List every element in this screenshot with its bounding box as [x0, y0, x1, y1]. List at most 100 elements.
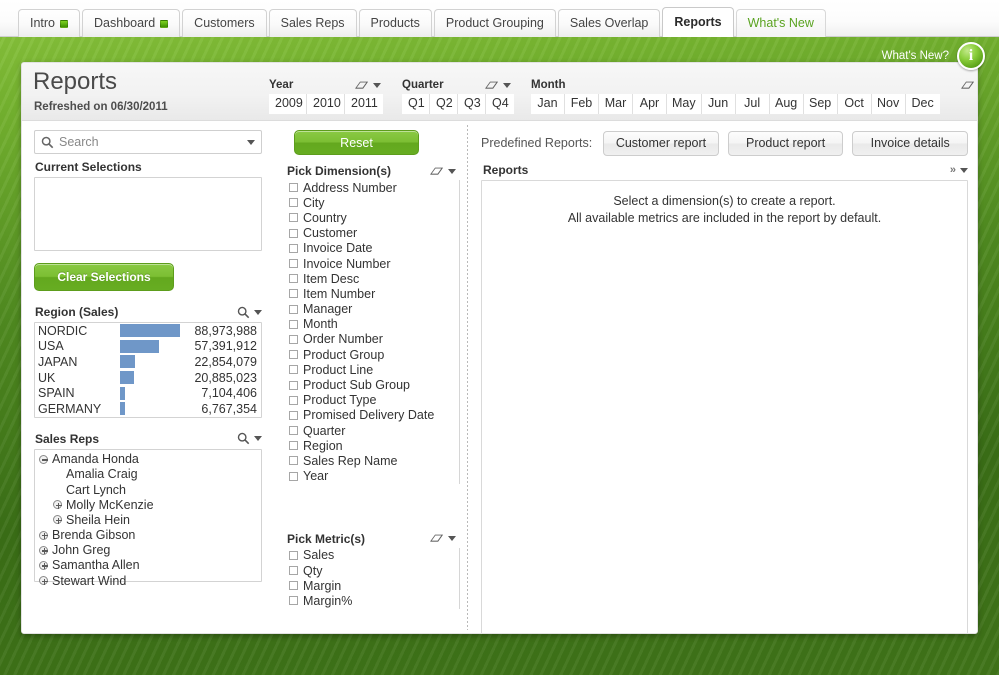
sales-rep-row[interactable]: Samantha Allen — [35, 558, 261, 573]
tab-product-grouping[interactable]: Product Grouping — [433, 9, 556, 37]
dimension-item[interactable]: Product Type — [286, 393, 456, 408]
tab-intro[interactable]: Intro — [18, 9, 81, 37]
chevron-down-icon[interactable] — [503, 82, 511, 88]
month-option[interactable]: Jan — [531, 94, 565, 114]
dimension-item[interactable]: Sales Rep Name — [286, 453, 456, 468]
region-row[interactable]: UK 20,885,023 — [35, 370, 261, 386]
tab-customers[interactable]: Customers — [182, 9, 267, 37]
metric-item[interactable]: Margin% — [286, 593, 456, 608]
checkbox-icon[interactable] — [289, 550, 298, 560]
checkbox-icon[interactable] — [289, 213, 298, 223]
search-input[interactable]: Search — [34, 130, 262, 154]
checkbox-icon[interactable] — [289, 183, 298, 193]
dimension-item[interactable]: Quarter — [286, 423, 456, 438]
checkbox-icon[interactable] — [289, 259, 298, 269]
magnifier-icon[interactable] — [237, 306, 250, 319]
customer-report-button[interactable]: Customer report — [603, 130, 719, 156]
checkbox-icon[interactable] — [289, 581, 298, 591]
tab-dashboard[interactable]: Dashboard — [82, 9, 181, 37]
month-option[interactable]: Aug — [769, 94, 804, 114]
magnifier-icon[interactable] — [237, 432, 250, 445]
quarter-option[interactable]: Q1 — [402, 94, 430, 114]
year-option[interactable]: 2009 — [269, 94, 307, 114]
eraser-icon[interactable] — [430, 533, 444, 544]
expand-icon[interactable] — [39, 545, 48, 555]
tab-reports[interactable]: Reports — [662, 7, 734, 37]
month-option[interactable]: Apr — [633, 94, 667, 114]
dimension-item[interactable]: Month — [286, 317, 456, 332]
sales-rep-row[interactable]: Sheila Hein — [35, 512, 261, 527]
sales-rep-row[interactable]: Stewart Wind — [35, 573, 261, 588]
clear-selections-button[interactable]: Clear Selections — [34, 263, 174, 291]
expand-icon[interactable] — [39, 576, 48, 586]
checkbox-icon[interactable] — [289, 243, 298, 253]
invoice-details-button[interactable]: Invoice details — [852, 130, 969, 156]
eraser-icon[interactable] — [961, 80, 975, 91]
chevron-down-icon[interactable] — [448, 168, 456, 174]
checkbox-icon[interactable] — [289, 198, 298, 208]
tab-sales-reps[interactable]: Sales Reps — [268, 9, 357, 37]
dimension-item[interactable]: City — [286, 195, 456, 210]
month-option[interactable]: Mar — [599, 94, 633, 114]
quarter-option[interactable]: Q4 — [486, 94, 514, 114]
tab-products[interactable]: Products — [358, 9, 432, 37]
sales-rep-row[interactable]: Brenda Gibson — [35, 528, 261, 543]
month-option[interactable]: Nov — [871, 94, 906, 114]
region-sales-chart[interactable]: NORDIC 88,973,988 USA 57,391,912 JAPAN 22,854… — [34, 322, 262, 418]
month-option[interactable]: Jun — [701, 94, 736, 114]
dimension-item[interactable]: Product Group — [286, 347, 456, 362]
dimension-item[interactable]: Product Sub Group — [286, 377, 456, 392]
expand-icon[interactable] — [53, 515, 62, 525]
checkbox-icon[interactable] — [289, 274, 298, 284]
region-row[interactable]: SPAIN 7,104,406 — [35, 385, 261, 401]
metric-item[interactable]: Margin — [286, 578, 456, 593]
tab-whats-new[interactable]: What's New — [735, 9, 826, 37]
quarter-option[interactable]: Q3 — [458, 94, 486, 114]
checkbox-icon[interactable] — [289, 426, 298, 436]
chevron-down-icon[interactable] — [254, 309, 262, 315]
dimension-item[interactable]: Promised Delivery Date — [286, 408, 456, 423]
region-row[interactable]: GERMANY 6,767,354 — [35, 401, 261, 417]
year-option[interactable]: 2010 — [307, 94, 345, 114]
sales-rep-row[interactable]: Amanda Honda — [35, 452, 261, 467]
chevron-down-icon[interactable] — [247, 139, 255, 145]
chevron-down-icon[interactable] — [373, 82, 381, 88]
year-option[interactable]: 2011 — [345, 94, 383, 114]
dimension-item[interactable]: Year — [286, 469, 456, 484]
eraser-icon[interactable] — [355, 80, 369, 91]
sales-rep-row[interactable]: Molly McKenzie — [35, 497, 261, 512]
month-option[interactable]: May — [667, 94, 702, 114]
checkbox-icon[interactable] — [289, 319, 298, 329]
dimension-item[interactable]: Product Line — [286, 362, 456, 377]
month-option[interactable]: Oct — [837, 94, 872, 114]
expand-icon[interactable] — [53, 500, 62, 510]
sales-reps-tree[interactable]: Amanda Honda Amalia Craig Cart Lynch Molly … — [34, 448, 262, 588]
sales-rep-row[interactable]: Amalia Craig — [35, 467, 261, 482]
dimension-item[interactable]: Item Number — [286, 286, 456, 301]
month-option[interactable]: Jul — [735, 94, 770, 114]
checkbox-icon[interactable] — [289, 380, 298, 390]
quarter-option[interactable]: Q2 — [430, 94, 458, 114]
checkbox-icon[interactable] — [289, 456, 298, 466]
eraser-icon[interactable] — [430, 166, 444, 177]
checkbox-icon[interactable] — [289, 350, 298, 360]
dimension-item[interactable]: Invoice Number — [286, 256, 456, 271]
checkbox-icon[interactable] — [289, 596, 298, 606]
checkbox-icon[interactable] — [289, 289, 298, 299]
chevron-down-icon[interactable] — [254, 436, 262, 442]
metric-item[interactable]: Sales — [286, 548, 456, 563]
dimension-item[interactable]: Region — [286, 438, 456, 453]
checkbox-icon[interactable] — [289, 365, 298, 375]
expand-icon[interactable] — [39, 530, 48, 540]
chevron-double-right-icon[interactable]: » — [950, 164, 956, 176]
report-output-area[interactable]: Select a dimension(s) to create a report… — [481, 180, 968, 633]
metric-item[interactable]: Qty — [286, 563, 456, 578]
collapse-icon[interactable] — [39, 454, 48, 464]
dimension-item[interactable]: Order Number — [286, 332, 456, 347]
checkbox-icon[interactable] — [289, 566, 298, 576]
reset-button[interactable]: Reset — [294, 130, 419, 155]
month-option[interactable]: Dec — [905, 94, 940, 114]
info-icon[interactable]: i — [957, 42, 985, 70]
month-option[interactable]: Sep — [803, 94, 838, 114]
dimension-item[interactable]: Country — [286, 210, 456, 225]
